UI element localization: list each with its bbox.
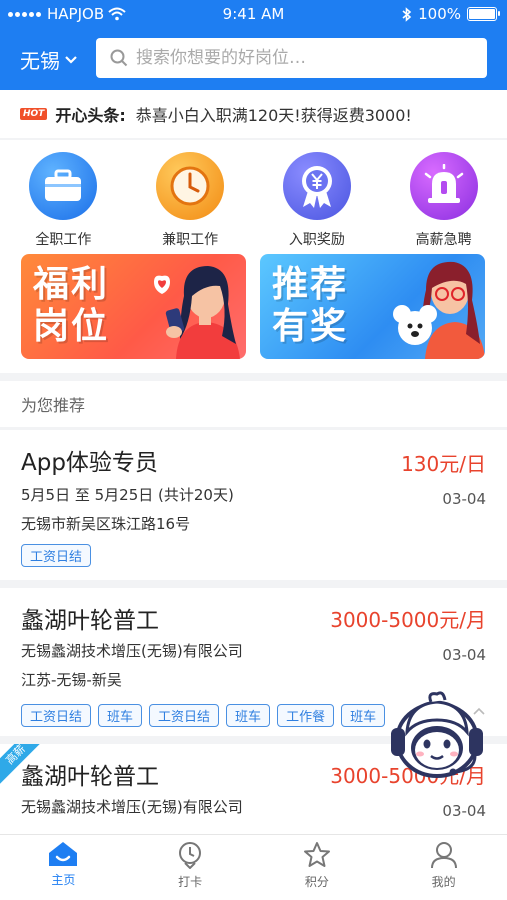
category-label: 入职奖励 — [288, 232, 345, 248]
recommend-header: 为您推荐 — [0, 381, 507, 427]
category-label: 全职工作 — [35, 232, 92, 248]
search-bar[interactable] — [96, 38, 487, 78]
job-title: App体验专员 — [21, 450, 158, 476]
app-header: HAPJOB 9:41 AM 100% 无锡 — [0, 0, 507, 90]
briefcase-icon — [29, 152, 98, 220]
category-section: 全职工作 兼职工作 入职奖励 高薪急聘 福利岗位 推荐有奖 — [0, 140, 507, 373]
section-title: 为您推荐 — [21, 396, 86, 415]
job-salary: 3000-5000元/月 — [330, 608, 486, 632]
job-tag: 工资日结 — [21, 544, 92, 567]
banner-referral-reward[interactable]: 推荐有奖 — [260, 254, 485, 359]
job-tag: 班车 — [226, 704, 271, 727]
job-salary: 130元/日 — [401, 452, 486, 476]
bottom-tab-bar: 主页 打卡 积分 我的 — [0, 834, 507, 900]
category-label: 高薪急聘 — [415, 232, 472, 248]
ticker-text: 恭喜小白入职满120天!获得返费3000! — [135, 106, 412, 125]
job-tag: 工资日结 — [149, 704, 220, 727]
tab-label: 积分 — [304, 875, 329, 889]
job-address: 无锡市新吴区珠江路16号 — [21, 515, 191, 533]
tab-label: 我的 — [431, 875, 456, 889]
search-input[interactable] — [136, 48, 456, 68]
banner-illustration-woman-phone — [154, 266, 240, 359]
job-company: 无锡蠡湖技术增压(无锡)有限公司 — [21, 642, 243, 660]
tab-points[interactable]: 积分 — [254, 835, 381, 900]
city-selector[interactable]: 无锡 — [20, 45, 78, 74]
ticker-label: 开心头条: — [55, 106, 126, 125]
search-icon — [110, 49, 128, 67]
job-post-date: 03-04 — [442, 802, 486, 820]
category-urgent-hiring[interactable]: 高薪急聘 — [380, 152, 507, 249]
profile-icon — [430, 842, 457, 869]
category-full-time[interactable]: 全职工作 — [0, 152, 127, 249]
job-company: 无锡蠡湖技术增压(无锡)有限公司 — [21, 798, 243, 816]
city-name: 无锡 — [20, 49, 60, 73]
category-part-time[interactable]: 兼职工作 — [127, 152, 254, 249]
star-icon — [303, 842, 330, 867]
job-title: 蠡湖叶轮普工 — [21, 764, 159, 790]
bluetooth-icon — [402, 6, 412, 22]
status-bar: HAPJOB 9:41 AM 100% — [0, 0, 507, 30]
job-post-date: 03-04 — [442, 646, 486, 664]
home-icon — [49, 842, 78, 866]
tab-label: 打卡 — [178, 875, 203, 889]
job-card[interactable]: App体验专员 130元/日 5月5日 至 5月25日 (共计20天) 03-0… — [0, 430, 507, 580]
chevron-down-icon — [65, 55, 77, 64]
banner-title: 福利岗位 — [33, 264, 110, 347]
tab-home[interactable]: 主页 — [0, 835, 127, 900]
banner-title: 推荐有奖 — [272, 264, 349, 347]
tab-clock-in[interactable]: 打卡 — [127, 835, 254, 900]
category-onboarding-reward[interactable]: 入职奖励 — [254, 152, 381, 249]
siren-icon — [409, 152, 478, 220]
job-period: 5月5日 至 5月25日 (共计20天) — [21, 486, 234, 504]
banner-illustration-woman-dog — [393, 261, 485, 359]
tab-profile[interactable]: 我的 — [380, 835, 507, 900]
tab-label: 主页 — [51, 873, 76, 887]
clock-icon — [156, 152, 225, 220]
battery-icon — [467, 7, 500, 21]
mascot-assistant-icon[interactable] — [387, 690, 487, 782]
hot-badge: HOT — [20, 108, 48, 120]
job-post-date: 03-04 — [442, 490, 486, 508]
news-ticker[interactable]: HOT 开心头条: 恭喜小白入职满120天!获得返费3000! — [0, 90, 507, 138]
job-title: 蠡湖叶轮普工 — [21, 608, 159, 634]
job-tag: 班车 — [98, 704, 143, 727]
job-tag: 工资日结 — [21, 704, 92, 727]
banner-welfare-jobs[interactable]: 福利岗位 — [21, 254, 246, 359]
job-location: 江苏-无锡-新吴 — [21, 671, 122, 689]
battery-percent: 100% — [418, 5, 461, 23]
clock-in-icon — [179, 842, 202, 869]
job-tag: 班车 — [341, 704, 386, 727]
job-tag: 工作餐 — [277, 704, 335, 727]
yen-medal-icon — [282, 152, 351, 220]
category-label: 兼职工作 — [162, 232, 219, 248]
